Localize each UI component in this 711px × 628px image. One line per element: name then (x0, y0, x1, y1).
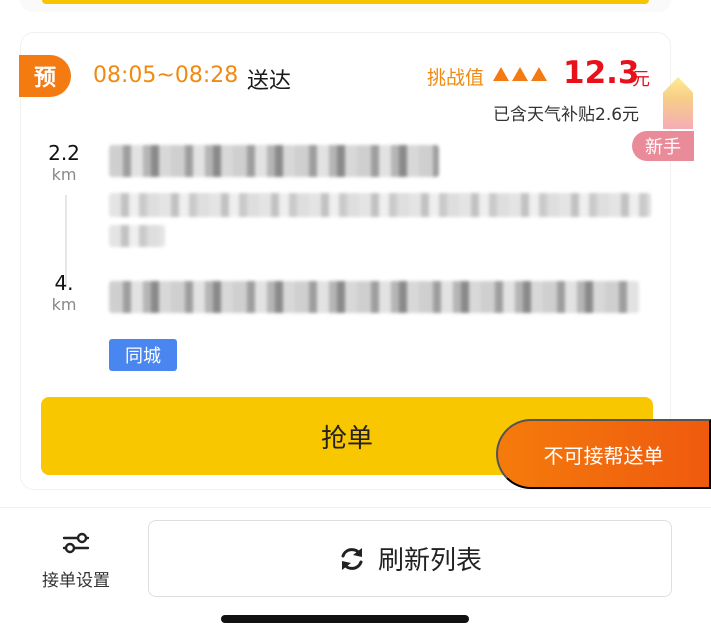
triangle-icon (531, 67, 547, 81)
no-help-delivery-button[interactable]: 不可接帮送单 (496, 419, 711, 489)
order-price: 12.3 (563, 55, 640, 91)
home-indicator[interactable] (221, 615, 469, 623)
refresh-icon (341, 547, 363, 570)
delivery-time-range: 08:05~08:28 (93, 63, 239, 88)
newbie-tag: 新手 (632, 131, 694, 161)
weather-subsidy: 已含天气补贴2.6元 (493, 105, 640, 125)
triangle-icon (493, 67, 509, 81)
dropoff-distance: 4. km (39, 271, 89, 314)
same-city-tag: 同城 (109, 339, 177, 371)
refresh-list-button[interactable]: 刷新列表 (148, 520, 672, 597)
challenge-label: 挑战值 (427, 67, 485, 89)
delivery-time-suffix: 送达 (247, 69, 292, 94)
price-unit: 元 (632, 69, 650, 90)
footer-divider (0, 507, 711, 508)
newbie-ribbon-icon (663, 77, 693, 129)
previous-card-button-edge (42, 0, 649, 4)
pickup-distance-value: 2.2 (48, 141, 80, 165)
order-settings-button[interactable]: 接单设置 (28, 528, 124, 598)
order-settings-label: 接单设置 (42, 571, 110, 591)
challenge-level-icons (493, 67, 547, 81)
dropoff-distance-value: 4. (54, 271, 74, 295)
refresh-list-label: 刷新列表 (377, 546, 482, 576)
pickup-name-redacted (109, 145, 439, 177)
pickup-distance: 2.2 km (39, 141, 89, 184)
reservation-badge: 预 (19, 55, 71, 97)
pickup-address-redacted (109, 193, 651, 217)
pickup-address-redacted-line2 (109, 225, 165, 247)
dropoff-address-redacted (109, 281, 639, 313)
previous-card-edge (20, 0, 671, 12)
triangle-icon (512, 67, 528, 81)
dropoff-distance-unit: km (51, 295, 77, 314)
sliders-icon (62, 532, 90, 554)
pickup-distance-unit: km (51, 165, 77, 184)
